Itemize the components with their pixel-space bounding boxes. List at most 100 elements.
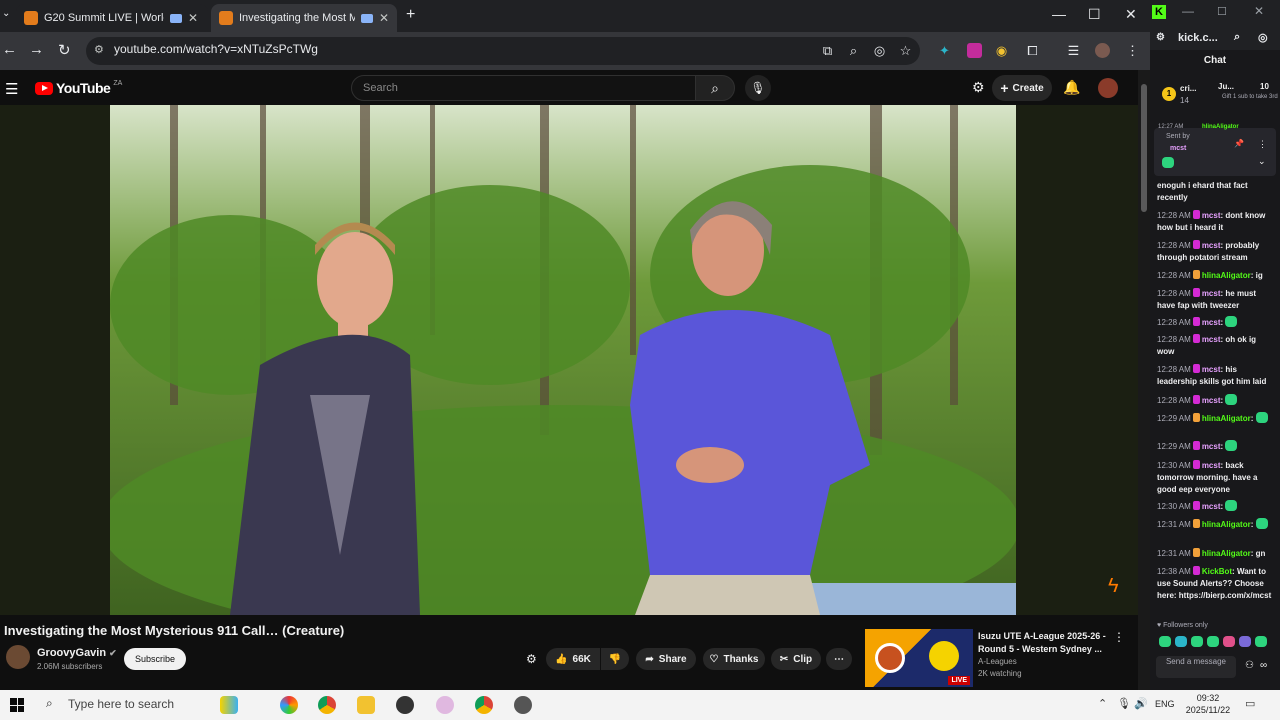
emote-icon[interactable] [1191, 636, 1203, 647]
install-app-icon[interactable]: ⧉ [820, 43, 835, 58]
thanks-button[interactable]: ♡ Thanks [703, 648, 765, 670]
tab-g20-summit[interactable]: G20 Summit LIVE | World Le ✕ [16, 4, 208, 32]
close-window-button[interactable]: ✕ [1125, 6, 1137, 23]
hamburger-menu-icon[interactable]: ☰ [5, 80, 18, 98]
emote-icon[interactable] [1175, 636, 1187, 647]
share-button[interactable]: ➦ Share [636, 648, 696, 670]
profile-avatar-icon[interactable] [1095, 43, 1110, 58]
account-avatar[interactable] [1098, 78, 1118, 98]
language-indicator[interactable]: ENG [1155, 699, 1175, 709]
url-text[interactable]: youtube.com/watch?v=xNTuZsPcTWg [114, 42, 318, 56]
app-icon[interactable] [436, 696, 454, 714]
app-icon[interactable] [396, 696, 414, 714]
tab-audio-icon[interactable] [170, 13, 182, 23]
extension-icon[interactable] [967, 43, 982, 58]
chat-username[interactable]: mcst [1202, 442, 1221, 451]
side-address-bar[interactable]: ⚙ kick.c... ⌕ ◎ [1150, 28, 1280, 50]
chat-username[interactable]: mcst [1202, 211, 1221, 220]
side-maximize-button[interactable]: ☐ [1217, 5, 1227, 18]
search-button[interactable]: ⌕ [695, 75, 735, 101]
chrome-icon[interactable] [475, 696, 493, 714]
tray-chevron-icon[interactable]: ⌃ [1098, 697, 1107, 710]
new-tab-button[interactable]: + [406, 6, 415, 24]
windows-start-icon[interactable] [10, 698, 24, 712]
chat-username[interactable]: mcst [1202, 289, 1221, 298]
emote-icon[interactable] [1159, 636, 1171, 647]
system-clock[interactable]: 09:32 2025/11/22 [1183, 692, 1233, 716]
extension-icon[interactable]: ◉ [994, 43, 1009, 58]
chat-username[interactable]: hlinaAligator [1202, 414, 1251, 423]
more-actions-button[interactable]: ⋯ [826, 648, 852, 670]
browser-menu-icon[interactable]: ⋮ [1125, 43, 1140, 58]
channel-avatar[interactable] [6, 645, 30, 669]
gift-icon[interactable]: ⚙ [526, 652, 537, 666]
chrome-icon[interactable] [318, 696, 336, 714]
minimize-button[interactable]: — [1052, 6, 1066, 22]
suggested-more-icon[interactable]: ⋮ [1113, 630, 1125, 644]
emote-icon[interactable] [1239, 636, 1251, 647]
subscribe-button[interactable]: Subscribe [124, 648, 186, 670]
channel-name[interactable]: GroovyGavin ✔ [37, 647, 117, 659]
chat-username[interactable]: mcst [1202, 335, 1221, 344]
pinned-message[interactable]: 12:27 AM hlinaAligator Sent by mcst 📌 ⋮ … [1154, 124, 1276, 176]
site-settings-icon[interactable]: ⚙ [1156, 32, 1165, 43]
extension-icon[interactable]: ✦ [937, 43, 952, 58]
zoom-icon[interactable]: ⌕ [846, 43, 861, 58]
side-minimize-button[interactable]: — [1182, 4, 1194, 18]
tab-audio-icon[interactable] [360, 13, 373, 23]
search-input[interactable]: Search [351, 75, 696, 101]
copilot-icon[interactable] [280, 696, 298, 714]
eye-off-icon[interactable]: ◎ [1258, 31, 1268, 44]
microphone-icon[interactable]: 🎙 [1117, 697, 1131, 710]
cast-icon[interactable]: ⚙ [972, 79, 985, 96]
site-info-icon[interactable]: ⚙ [94, 43, 104, 56]
extensions-puzzle-icon[interactable]: ⧠ [1025, 43, 1040, 58]
pin-icon[interactable]: 📌 [1234, 139, 1244, 148]
volume-icon[interactable]: 🔊 [1134, 697, 1148, 710]
chat-username[interactable]: mcst [1202, 318, 1221, 327]
chat-username[interactable]: mcst [1202, 396, 1221, 405]
chat-username[interactable]: mcst [1202, 461, 1221, 470]
bookmark-star-icon[interactable]: ☆ [898, 43, 913, 58]
chat-username[interactable]: hlinaAligator [1202, 549, 1251, 558]
chat-message-input[interactable]: Send a message [1156, 656, 1236, 678]
clip-button[interactable]: ✂ Clip [771, 648, 821, 670]
suggested-channel[interactable]: A-Leagues [978, 657, 1017, 666]
tab-close-icon[interactable]: ✕ [379, 11, 389, 25]
reading-list-icon[interactable]: ☰ [1066, 43, 1081, 58]
taskbar-search-input[interactable]: Type here to search [68, 697, 174, 711]
tab-close-icon[interactable]: ✕ [188, 11, 198, 25]
chat-username[interactable]: hlinaAligator [1202, 520, 1251, 529]
tab-investigating[interactable]: Investigating the Most Mys ✕ [211, 4, 397, 32]
youtube-logo[interactable]: YouTube ZA [35, 80, 122, 96]
emote-icon[interactable] [1255, 636, 1267, 647]
emote-icon[interactable] [1207, 636, 1219, 647]
eye-off-icon[interactable]: ◎ [872, 43, 887, 58]
create-button[interactable]: + Create [992, 75, 1052, 101]
users-icon[interactable]: ⚇ [1245, 660, 1254, 671]
emote-icon[interactable] [1223, 636, 1235, 647]
app-icon[interactable] [514, 696, 532, 714]
expand-chevron-icon[interactable]: ⌄ [1258, 156, 1266, 167]
back-arrow-icon[interactable]: ← [2, 41, 17, 58]
settings-dots-icon[interactable]: ∞ [1260, 660, 1267, 671]
suggested-video-title[interactable]: Isuzu UTE A-League 2025-26 - Round 5 - W… [978, 630, 1113, 656]
tab-search-chevron-icon[interactable]: ⌄ [2, 8, 10, 19]
side-close-button[interactable]: ✕ [1254, 4, 1264, 18]
maximize-button[interactable]: ☐ [1088, 6, 1101, 23]
chat-username[interactable]: mcst [1202, 502, 1221, 511]
notification-center-icon[interactable]: ▭ [1245, 697, 1255, 710]
like-button[interactable]: 👍 66K [546, 648, 600, 670]
suggested-video-thumbnail[interactable]: LIVE [865, 629, 973, 687]
pinned-more-icon[interactable]: ⋮ [1258, 139, 1267, 150]
zoom-icon[interactable]: ⌕ [1234, 31, 1240, 44]
file-explorer-icon[interactable] [357, 696, 375, 714]
forward-arrow-icon[interactable]: → [29, 41, 44, 58]
chat-username[interactable]: KickBot [1202, 567, 1232, 576]
page-scrollbar[interactable] [1138, 70, 1150, 690]
scrollbar-thumb[interactable] [1141, 84, 1147, 212]
search-highlight-icon[interactable] [220, 696, 238, 714]
dislike-button[interactable]: 👎 [601, 648, 629, 670]
chat-username[interactable]: mcst [1202, 365, 1221, 374]
gift-sub-prompt[interactable]: Gift 1 sub to take 3rd [1222, 94, 1278, 101]
